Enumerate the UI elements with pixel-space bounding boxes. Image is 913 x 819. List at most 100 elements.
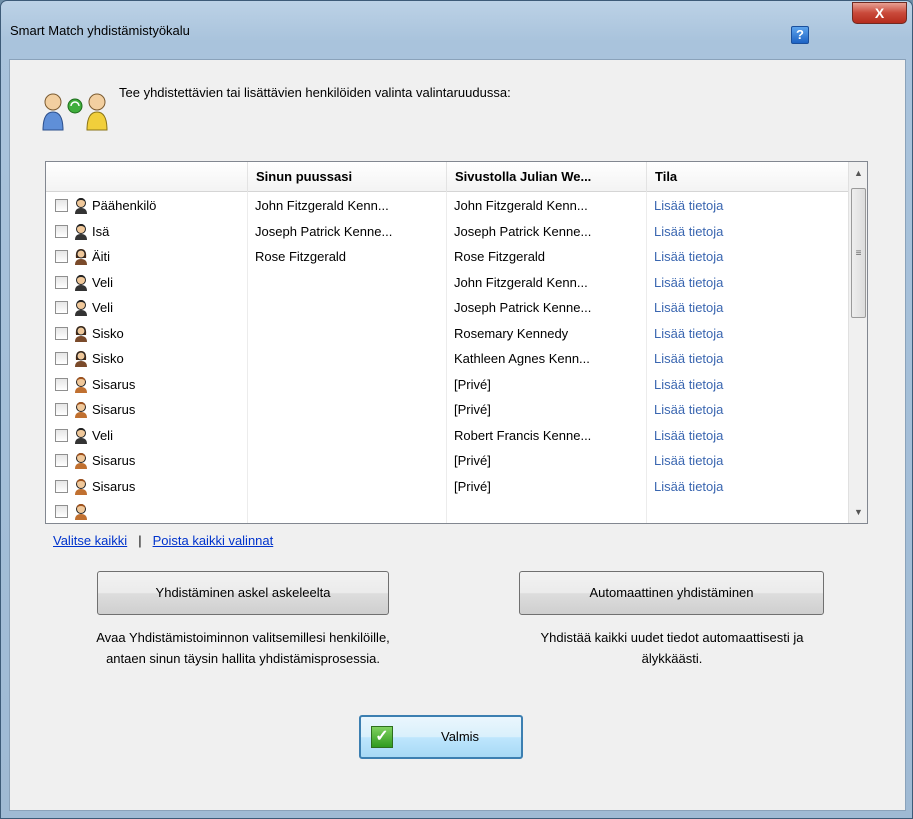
row-checkbox[interactable]: [55, 505, 68, 518]
person-male-icon: [73, 274, 89, 291]
table-row[interactable]: Sisarus [Privé] Lisää tietoja: [46, 474, 848, 499]
instruction-text: Tee yhdistettävien tai lisättävien henki…: [119, 85, 511, 100]
people-merge-icon: [42, 93, 108, 131]
row-checkbox[interactable]: [55, 352, 68, 365]
match-table: Sinun puussasi Sivustolla Julian We... T…: [45, 161, 868, 524]
status-link[interactable]: Lisää tietoja: [646, 372, 848, 397]
row-checkbox[interactable]: [55, 275, 68, 289]
site-cell: [Privé]: [454, 376, 491, 392]
auto-merge-description-line1: Yhdistää kaikki uudet tiedot automaattis…: [540, 630, 804, 645]
person-female-icon: [73, 248, 89, 265]
relation-label: Veli: [92, 274, 113, 290]
site-cell: Robert Francis Kenne...: [454, 427, 592, 443]
help-button[interactable]: ?: [791, 26, 809, 44]
row-checkbox[interactable]: [55, 428, 68, 442]
scroll-thumb[interactable]: ≡: [851, 188, 866, 318]
window-title: Smart Match yhdistämistyökalu: [10, 23, 190, 38]
relation-label: Sisarus: [92, 376, 136, 392]
table-row[interactable]: Sisarus [Privé] Lisää tietoja: [46, 372, 848, 397]
your-tree-cell: [247, 423, 446, 448]
relation-label: Veli: [92, 300, 113, 315]
row-checkbox[interactable]: [55, 403, 68, 416]
person-female-icon: [73, 325, 89, 342]
status-link[interactable]: Lisää tietoja: [646, 346, 848, 371]
site-cell: [Privé]: [454, 402, 491, 417]
person-unknown-icon: [73, 452, 89, 469]
relation-label: Sisko: [92, 325, 124, 341]
step-merge-description-line1: Avaa Yhdistämistoiminnon valitsemillesi …: [96, 630, 390, 645]
row-checkbox[interactable]: [55, 250, 68, 263]
link-separator: |: [138, 533, 142, 548]
status-link[interactable]: Lisää tietoja: [646, 423, 848, 448]
your-tree-cell: Rose Fitzgerald: [255, 249, 347, 264]
status-link[interactable]: [646, 499, 848, 523]
site-cell: Joseph Patrick Kenne...: [454, 223, 592, 239]
step-merge-button[interactable]: Yhdistäminen askel askeleelta: [97, 571, 389, 615]
site-cell: Kathleen Agnes Kenn...: [454, 351, 590, 366]
table-row[interactable]: Äiti Rose Fitzgerald Rose Fitzgerald Lisää …: [46, 244, 848, 269]
site-cell: [Privé]: [454, 478, 491, 494]
checkmark-icon: ✓: [371, 726, 393, 748]
relation-label: Sisarus: [92, 402, 136, 417]
your-tree-cell: [247, 372, 446, 397]
row-checkbox[interactable]: [55, 479, 68, 493]
status-link[interactable]: Lisää tietoja: [646, 219, 848, 244]
table-row[interactable]: Päähenkilö John Fitzgerald Kenn... John Fi…: [46, 193, 848, 218]
your-tree-cell: John Fitzgerald Kenn...: [255, 198, 389, 213]
relation-label: Päähenkilö: [92, 198, 157, 213]
site-cell: John Fitzgerald Kenn...: [454, 198, 588, 213]
status-link[interactable]: Lisää tietoja: [646, 270, 848, 295]
scroll-up-icon[interactable]: ▲: [849, 164, 867, 182]
table-row[interactable]: Isä Joseph Patrick Kenne... Joseph Patrick…: [46, 219, 848, 244]
your-tree-cell: [247, 397, 446, 422]
clear-all-link[interactable]: Poista kaikki valinnat: [153, 533, 274, 548]
selection-links: Valitse kaikki | Poista kaikki valinnat: [53, 533, 273, 548]
table-row[interactable]: Sisarus [Privé] Lisää tietoja: [46, 448, 848, 473]
table-row[interactable]: Veli John Fitzgerald Kenn... Lisää tietoja: [46, 270, 848, 295]
status-link[interactable]: Lisää tietoja: [646, 448, 848, 473]
row-checkbox[interactable]: [55, 199, 68, 212]
table-row[interactable]: Veli Robert Francis Kenne... Lisää tietoja: [46, 423, 848, 448]
row-checkbox[interactable]: [55, 377, 68, 391]
your-tree-cell: [247, 321, 446, 346]
done-button[interactable]: ✓ Valmis: [359, 715, 523, 759]
row-checkbox[interactable]: [55, 224, 68, 238]
site-cell: Joseph Patrick Kenne...: [454, 300, 592, 315]
status-link[interactable]: Lisää tietoja: [646, 193, 848, 218]
column-header-select[interactable]: [46, 162, 247, 192]
site-cell: Rose Fitzgerald: [454, 249, 546, 264]
status-link[interactable]: Lisää tietoja: [646, 474, 848, 499]
row-checkbox[interactable]: [55, 454, 68, 467]
scroll-down-icon[interactable]: ▼: [849, 503, 867, 521]
relation-label: Sisarus: [92, 478, 136, 494]
your-tree-cell: [247, 448, 446, 473]
status-link[interactable]: Lisää tietoja: [646, 295, 848, 320]
status-link[interactable]: Lisää tietoja: [646, 321, 848, 346]
relation-label: Veli: [92, 427, 113, 443]
table-row[interactable]: [46, 499, 848, 523]
column-header-site[interactable]: Sivustolla Julian We...: [446, 162, 646, 192]
table-row[interactable]: Sisarus [Privé] Lisää tietoja: [46, 397, 848, 422]
person-unknown-icon: [73, 401, 89, 418]
your-tree-cell: [247, 346, 446, 371]
site-cell: [Privé]: [454, 453, 491, 468]
person-male-icon: [73, 299, 89, 316]
status-link[interactable]: Lisää tietoja: [646, 244, 848, 269]
person-unknown-icon: [73, 503, 89, 520]
table-row[interactable]: Sisko Rosemary Kennedy Lisää tietoja: [46, 321, 848, 346]
select-all-link[interactable]: Valitse kaikki: [53, 533, 127, 548]
column-header-status[interactable]: Tila: [646, 162, 848, 192]
your-tree-cell: [247, 499, 446, 523]
row-checkbox[interactable]: [55, 326, 68, 340]
status-link[interactable]: Lisää tietoja: [646, 397, 848, 422]
relation-label: Äiti: [92, 249, 111, 264]
table-row[interactable]: Sisko Kathleen Agnes Kenn... Lisää tietoja: [46, 346, 848, 371]
close-button[interactable]: X: [852, 2, 907, 24]
table-row[interactable]: Veli Joseph Patrick Kenne... Lisää tietoja: [46, 295, 848, 320]
auto-merge-description: Yhdistää kaikki uudet tiedot automaattis…: [461, 627, 883, 669]
row-checkbox[interactable]: [55, 301, 68, 314]
auto-merge-button[interactable]: Automaattinen yhdistäminen: [519, 571, 824, 615]
column-header-your-tree[interactable]: Sinun puussasi: [247, 162, 446, 192]
vertical-scrollbar[interactable]: ▲ ≡ ▼: [848, 162, 867, 523]
your-tree-cell: [247, 474, 446, 499]
